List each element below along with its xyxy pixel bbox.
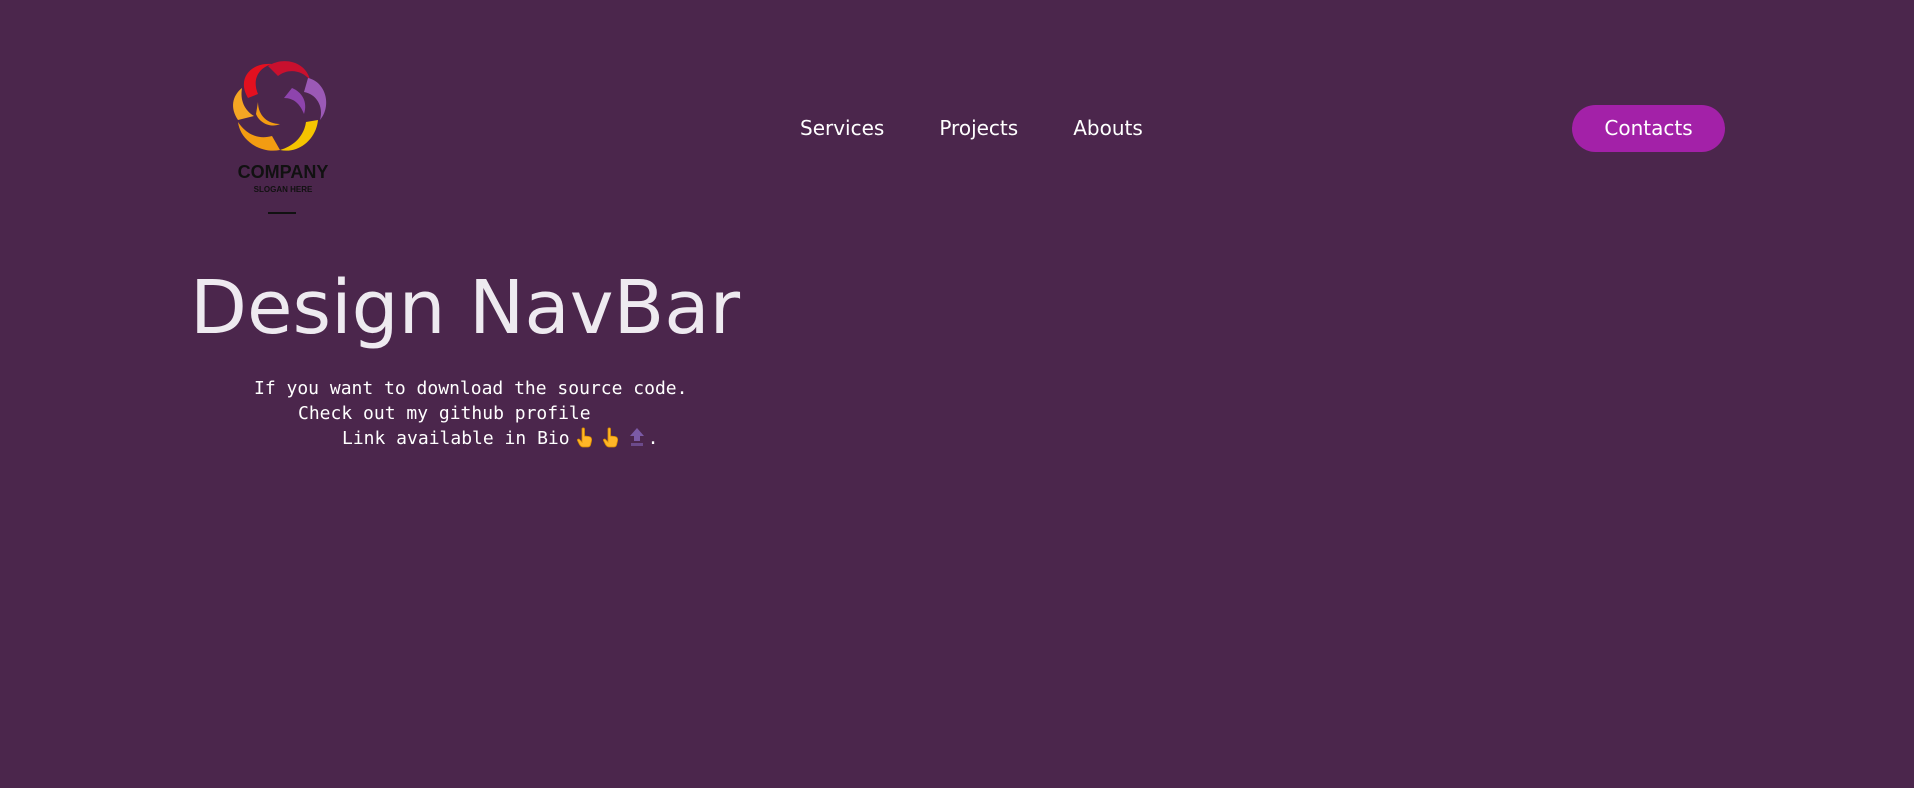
hero-line-github: Check out my github profile <box>298 403 591 424</box>
nav-link-projects[interactable]: Projects <box>939 112 1018 144</box>
hero-line-download: If you want to download the source code. <box>254 378 688 399</box>
pointing-up-hand-icon <box>574 426 596 448</box>
hero-text: If you want to download the source code.… <box>254 376 687 451</box>
logo-underline <box>268 212 296 214</box>
navbar: COMPANY SLOGAN HERE Services Projects Ab… <box>0 0 1914 230</box>
top-arrow-icon <box>626 426 648 448</box>
logo-slogan-text: SLOGAN HERE <box>253 185 313 194</box>
page: COMPANY SLOGAN HERE Services Projects Ab… <box>0 0 1914 788</box>
hero-line-bio: Link available in Bio. <box>254 426 687 451</box>
nav-link-services[interactable]: Services <box>800 112 884 144</box>
logo-swirl-icon <box>233 61 327 151</box>
hero-line-bio-text: Link available in Bio <box>342 428 570 449</box>
contacts-button[interactable]: Contacts <box>1572 105 1725 152</box>
nav-link-abouts[interactable]: Abouts <box>1073 112 1143 144</box>
pointing-up-hand-icon <box>600 426 622 448</box>
main-nav: Services Projects Abouts <box>800 112 1143 144</box>
logo-company-text: COMPANY <box>237 162 329 182</box>
company-logo[interactable]: COMPANY SLOGAN HERE <box>228 58 338 220</box>
hero-line-bio-period: . <box>647 428 659 449</box>
hero-title: Design NavBar <box>190 265 741 351</box>
